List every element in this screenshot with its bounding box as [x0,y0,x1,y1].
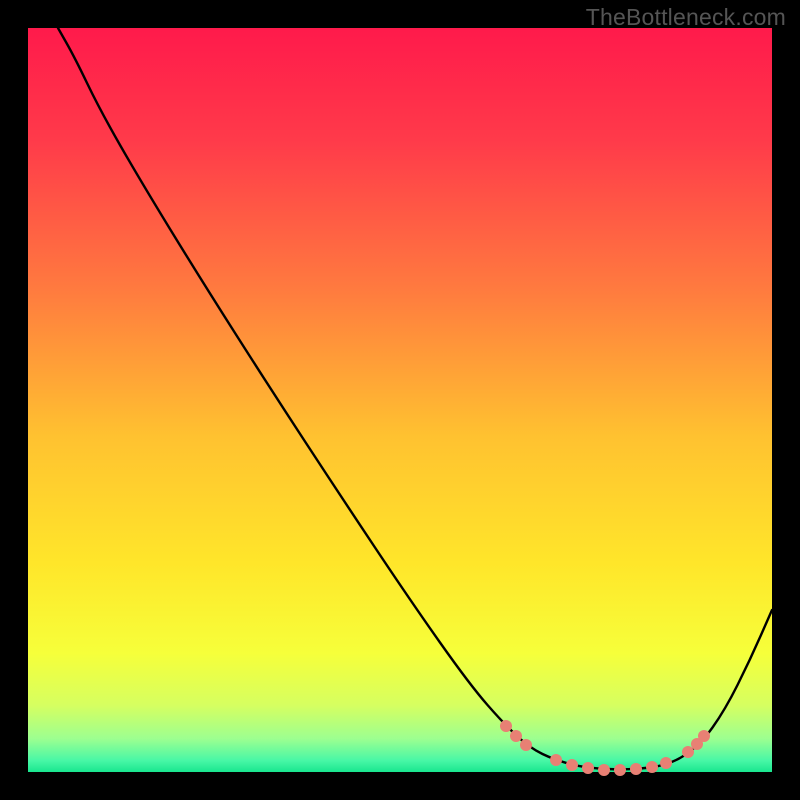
curve-marker [614,764,626,776]
curve-marker [500,720,512,732]
curve-marker [646,761,658,773]
bottleneck-chart [0,0,800,800]
curve-marker [630,763,642,775]
curve-marker [566,759,578,771]
chart-stage: TheBottleneck.com [0,0,800,800]
curve-marker [510,730,522,742]
curve-marker [660,757,672,769]
plot-background [28,28,772,772]
watermark-text: TheBottleneck.com [586,4,786,31]
curve-marker [582,762,594,774]
curve-marker [520,739,532,751]
curve-marker [682,746,694,758]
curve-marker [598,764,610,776]
curve-marker [698,730,710,742]
curve-marker [550,754,562,766]
